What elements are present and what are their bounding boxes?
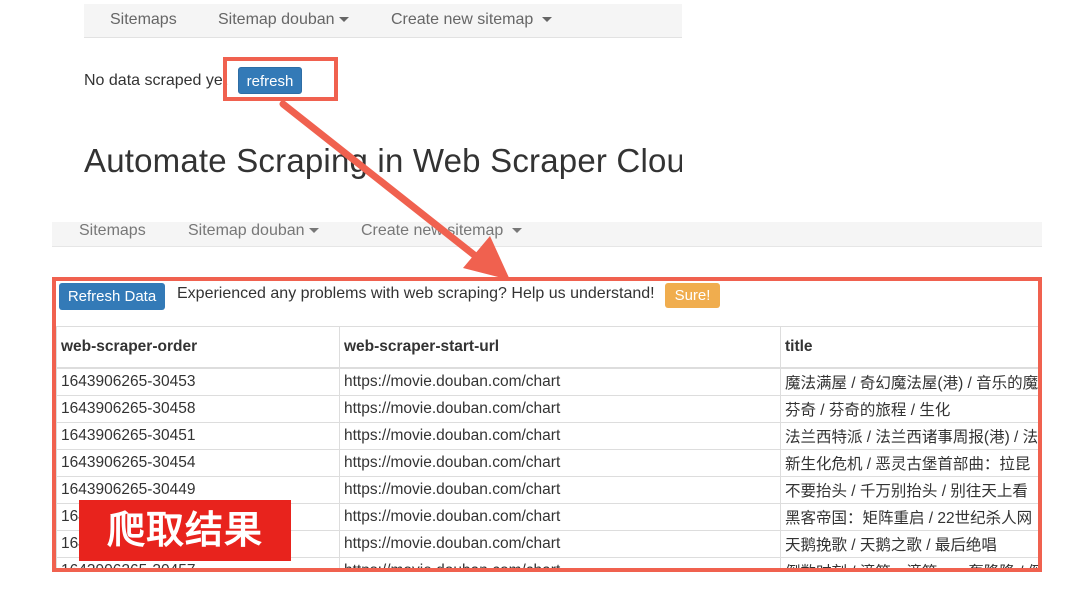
caret-down-icon <box>541 17 552 23</box>
url-cell: https://movie.douban.com/chart <box>339 367 781 396</box>
title-cell: 芬奇 / 芬奇的旅程 / 生化 <box>780 395 1038 423</box>
title-cell: 新生化危机 / 恶灵古堡首部曲：拉昆 <box>780 449 1038 477</box>
nav-sitemaps[interactable]: Sitemaps <box>79 222 146 240</box>
title-cell: 法兰西特派 / 法兰西诸事周报(港) / 法 <box>780 422 1038 450</box>
nav-sitemap-douban-dropdown[interactable]: Sitemap douban <box>188 222 319 240</box>
order-cell: 1643906265-30454 <box>56 449 340 477</box>
caret-down-icon <box>338 17 349 23</box>
nav-create-sitemap-label: Create new sitemap <box>361 222 504 239</box>
url-cell: https://movie.douban.com/chart <box>339 449 781 477</box>
nav-sitemaps[interactable]: Sitemaps <box>110 11 177 29</box>
column-header: web-scraper-order <box>56 326 340 369</box>
column-header: web-scraper-start-url <box>339 326 781 369</box>
refresh-data-button[interactable]: Refresh Data <box>59 283 165 310</box>
table-row: 1643906265-30454 https://movie.douban.co… <box>56 449 1038 477</box>
nav-sitemap-douban-label: Sitemap douban <box>218 11 335 28</box>
top-navbar: Sitemaps Sitemap douban Create new sitem… <box>84 4 682 38</box>
no-data-message: No data scraped yet <box>84 72 228 89</box>
caret-down-icon <box>511 228 522 234</box>
table-row: 1643906265-30451 https://movie.douban.co… <box>56 422 1038 450</box>
nav-create-sitemap-label: Create new sitemap <box>391 11 534 28</box>
url-cell: https://movie.douban.com/chart <box>339 422 781 450</box>
title-cell: 黑客帝国：矩阵重启 / 22世纪杀人网 <box>780 503 1038 531</box>
url-cell: https://movie.douban.com/chart <box>339 503 781 531</box>
column-header: title <box>780 326 1038 369</box>
nav-create-sitemap-dropdown[interactable]: Create new sitemap <box>361 222 522 240</box>
url-cell: https://movie.douban.com/chart <box>339 395 781 423</box>
second-navbar: Sitemaps Sitemap douban Create new sitem… <box>52 222 1042 247</box>
title-cell: 天鹅挽歌 / 天鹅之歌 / 最后绝唱 <box>780 530 1038 558</box>
sure-button[interactable]: Sure! <box>665 283 720 308</box>
title-cell: 魔法满屋 / 奇幻魔法屋(港) / 音乐的魔 <box>780 367 1038 396</box>
caret-down-icon <box>308 228 319 234</box>
nav-sitemap-douban-label: Sitemap douban <box>188 222 305 239</box>
scrape-result-label: 爬取结果 <box>79 500 291 561</box>
refresh-highlight-box <box>223 57 338 101</box>
nav-sitemap-douban-dropdown[interactable]: Sitemap douban <box>218 11 349 29</box>
order-cell: 1643906265-30458 <box>56 395 340 423</box>
url-cell: https://movie.douban.com/chart <box>339 530 781 558</box>
title-cell: 倒数时刻 / 滴答，滴答……轰隆隆 / 倒 <box>780 557 1038 568</box>
nav-create-sitemap-dropdown[interactable]: Create new sitemap <box>391 11 552 29</box>
url-cell: https://movie.douban.com/chart <box>339 476 781 504</box>
order-cell: 1643906265-30453 <box>56 367 340 396</box>
page-heading: Automate Scraping in Web Scraper Cloud <box>84 142 682 179</box>
title-cell: 不要抬头 / 千万别抬头 / 别往天上看 <box>780 476 1038 504</box>
table-row: 1643906265-30458 https://movie.douban.co… <box>56 395 1038 423</box>
problem-feedback-text: Experienced any problems with web scrapi… <box>177 285 655 302</box>
table-row: 1643906265-30453 https://movie.douban.co… <box>56 367 1038 396</box>
table-header-row: web-scraper-order web-scraper-start-url … <box>56 326 1038 369</box>
order-cell: 1643906265-30451 <box>56 422 340 450</box>
url-cell: https://movie.douban.com/chart <box>339 557 781 568</box>
